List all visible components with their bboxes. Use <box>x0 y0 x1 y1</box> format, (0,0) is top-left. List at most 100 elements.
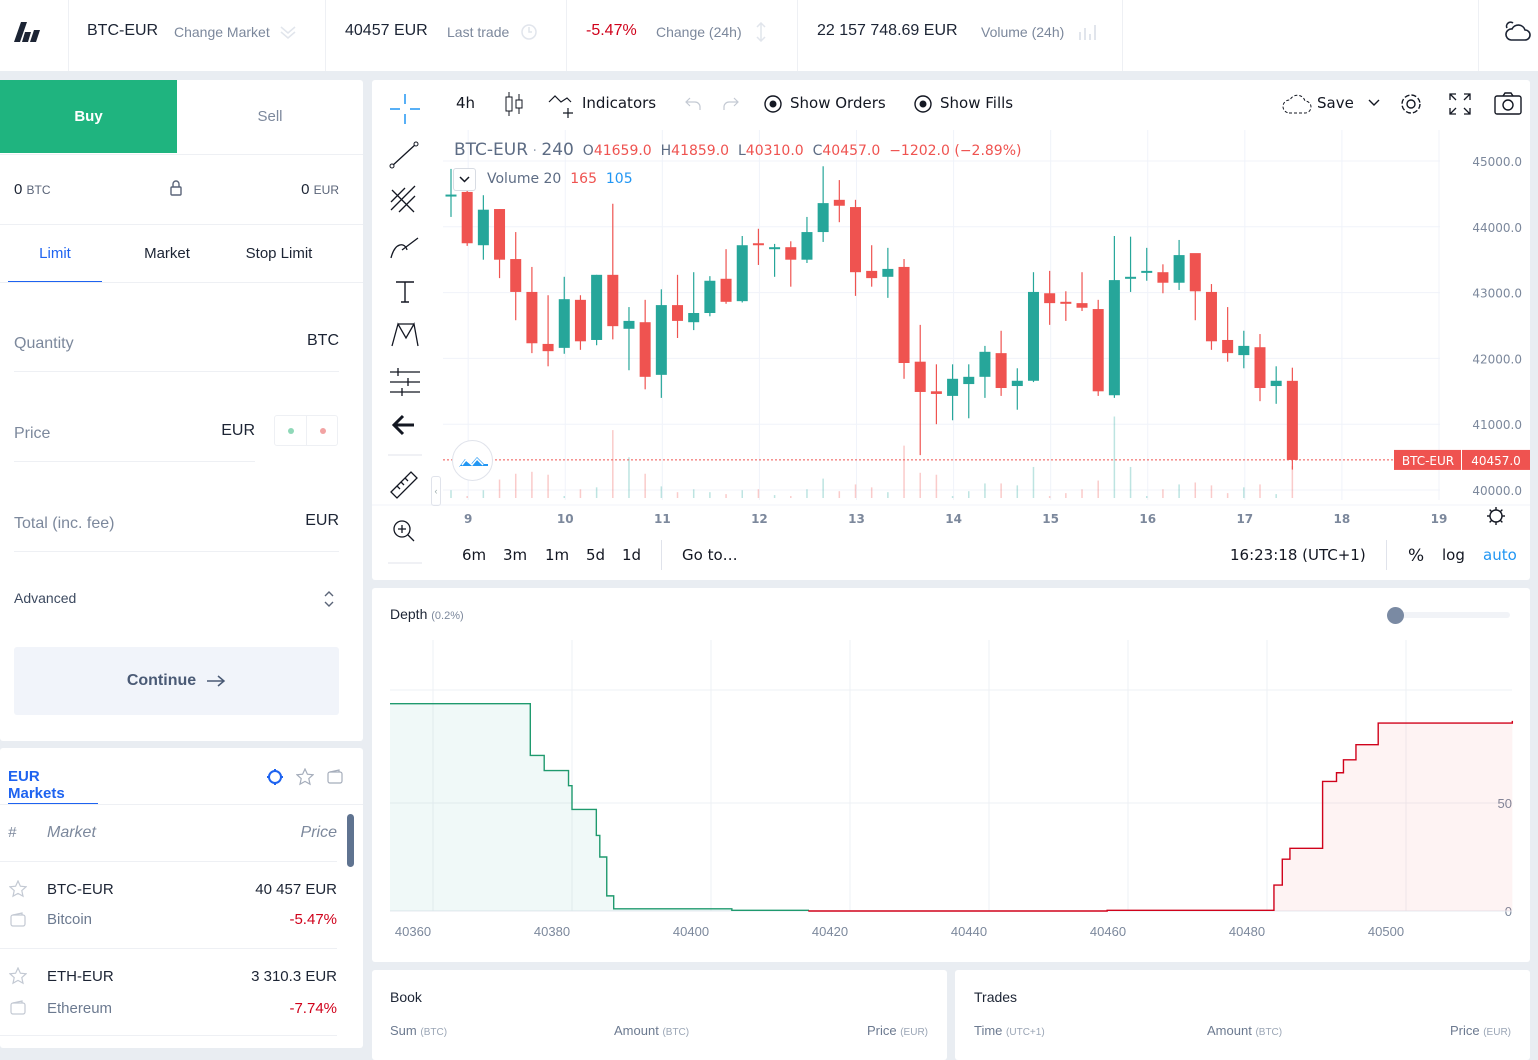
trades-col-price[interactable]: Price (EUR) <box>1450 1023 1511 1038</box>
camera-icon[interactable] <box>1493 91 1523 117</box>
trades-col-price-unit: (EUR) <box>1483 1027 1511 1038</box>
candle-body <box>1157 272 1169 283</box>
tab-buy[interactable]: Buy <box>0 80 177 153</box>
candle-body <box>752 243 764 246</box>
percent-scale-toggle[interactable]: % <box>1408 546 1424 566</box>
fib-tool-icon[interactable] <box>390 185 416 213</box>
undo-icon[interactable] <box>684 95 704 113</box>
settings-gear-icon[interactable] <box>1397 90 1425 118</box>
order-panel: Buy Sell 0 BTC 0 EUR Limit Market Stop L… <box>0 80 363 741</box>
quantity-field[interactable]: Quantity BTC <box>14 332 339 372</box>
weather-cloud-icon[interactable] <box>1503 20 1533 44</box>
price-tick-label: 44000.0 <box>1472 221 1522 235</box>
show-orders-toggle[interactable]: Show Orders <box>790 94 886 112</box>
tab-limit[interactable]: Limit <box>8 225 102 282</box>
crosshair-target-icon[interactable] <box>266 768 284 786</box>
book-col-price[interactable]: Price (EUR) <box>867 1023 928 1038</box>
chart-clock[interactable]: 16:23:18 (UTC+1) <box>1230 546 1366 564</box>
volume-bar <box>854 484 857 498</box>
chevron-up-down-icon[interactable] <box>323 590 335 608</box>
show-fills-toggle[interactable]: Show Fills <box>940 94 1013 112</box>
tab-stop-limit[interactable]: Stop Limit <box>232 225 326 282</box>
fullscreen-icon[interactable] <box>1448 92 1472 116</box>
brush-icon[interactable] <box>390 237 419 259</box>
trades-col-time[interactable]: Time (UTC+1) <box>974 1023 1045 1038</box>
lock-icon[interactable] <box>169 180 183 196</box>
star-icon[interactable] <box>296 768 314 786</box>
chevron-down-icon[interactable] <box>1367 97 1381 109</box>
star-icon[interactable] <box>9 880 27 898</box>
column-header-market[interactable]: Market <box>47 824 96 842</box>
eye-icon[interactable] <box>762 95 784 113</box>
zoom-in-icon[interactable] <box>393 520 415 542</box>
legend-high: 41859.0 <box>671 143 730 159</box>
volume-bar <box>1113 416 1116 498</box>
ruler-icon[interactable] <box>390 471 418 499</box>
indicators-button[interactable]: Indicators <box>582 94 656 112</box>
volume-bar <box>1032 466 1035 498</box>
candle-body <box>1060 301 1072 304</box>
auto-scale-toggle[interactable]: auto <box>1483 546 1517 564</box>
price-quick-select <box>274 415 338 446</box>
candle-body <box>850 207 861 273</box>
market-symbol: ETH-EUR <box>47 968 114 985</box>
collapse-toolbar-button[interactable]: ‹ <box>431 476 441 506</box>
market-row[interactable]: BTC-EUR 40 457 EUR Bitcoin -5.47% <box>0 862 337 949</box>
candle-body <box>510 259 522 292</box>
trend-line-icon[interactable] <box>389 141 419 169</box>
tab-market[interactable]: Market <box>120 225 214 282</box>
volume-bar <box>660 486 663 498</box>
volume-bar <box>1145 496 1148 498</box>
volume-bar <box>1275 494 1277 498</box>
book-col-price-label: Price <box>866 1023 897 1038</box>
star-icon[interactable] <box>9 967 27 985</box>
change-market-button[interactable]: Change Market <box>174 24 270 40</box>
candle-type-icon[interactable] <box>504 91 524 117</box>
trades-col-amount[interactable]: Amount (BTC) <box>1207 1023 1282 1038</box>
scrollbar-thumb[interactable] <box>347 814 354 867</box>
range-1m[interactable]: 1m <box>545 546 569 564</box>
tab-eur-markets[interactable]: EUR Markets <box>8 768 98 805</box>
legend-separator: · <box>532 143 537 159</box>
range-5d[interactable]: 5d <box>586 546 605 564</box>
prediction-icon[interactable] <box>390 368 420 396</box>
market-row[interactable]: ETH-EUR 3 310.3 EUR Ethereum -7.74% <box>0 949 337 1036</box>
crosshair-icon[interactable] <box>390 94 420 124</box>
balance-eur-value: 0 <box>301 181 310 198</box>
redo-icon[interactable] <box>720 95 740 113</box>
best-ask-button[interactable] <box>320 428 326 434</box>
goto-date-button[interactable]: Go to… <box>682 546 738 564</box>
book-col-sum[interactable]: Sum (BTC) <box>390 1023 447 1038</box>
text-tool-icon[interactable] <box>396 281 414 303</box>
cloud-save-icon[interactable] <box>1281 93 1313 115</box>
column-header-price[interactable]: Price <box>301 824 337 842</box>
range-3m[interactable]: 3m <box>503 546 527 564</box>
logo-icon[interactable] <box>14 22 44 42</box>
best-bid-button[interactable] <box>288 428 294 434</box>
save-button[interactable]: Save <box>1317 94 1354 112</box>
trades-col-amount-label: Amount <box>1207 1023 1252 1038</box>
depth-chart[interactable]: 40360 40380 40400 40420 40440 40460 40480 40500… <box>372 588 1530 962</box>
continue-button[interactable]: Continue <box>14 647 339 715</box>
eye-icon[interactable] <box>912 95 934 113</box>
candle-body <box>882 268 894 277</box>
book-col-amount[interactable]: Amount (BTC) <box>614 1023 689 1038</box>
wallet-icon[interactable] <box>326 768 344 786</box>
indicators-icon[interactable] <box>548 92 578 118</box>
range-1d[interactable]: 1d <box>622 546 641 564</box>
total-field[interactable]: Total (inc. fee) EUR <box>14 512 339 552</box>
price-field[interactable]: Price EUR <box>14 422 255 462</box>
tradingview-logo[interactable] <box>452 440 493 481</box>
pattern-icon[interactable] <box>391 322 419 347</box>
interval-button[interactable]: 4h <box>456 94 475 112</box>
chevron-double-down-icon[interactable] <box>279 24 297 40</box>
legend-collapse-button[interactable] <box>453 168 476 191</box>
log-scale-toggle[interactable]: log <box>1442 546 1465 564</box>
range-6m[interactable]: 6m <box>462 546 486 564</box>
tab-sell[interactable]: Sell <box>177 80 363 153</box>
depth-x-tick-label: 40360 <box>395 924 431 939</box>
back-arrow-icon[interactable] <box>391 414 414 436</box>
chart-settings-icon[interactable] <box>1487 507 1505 525</box>
advanced-toggle[interactable]: Advanced <box>14 590 76 606</box>
volume-bar <box>1000 483 1002 498</box>
